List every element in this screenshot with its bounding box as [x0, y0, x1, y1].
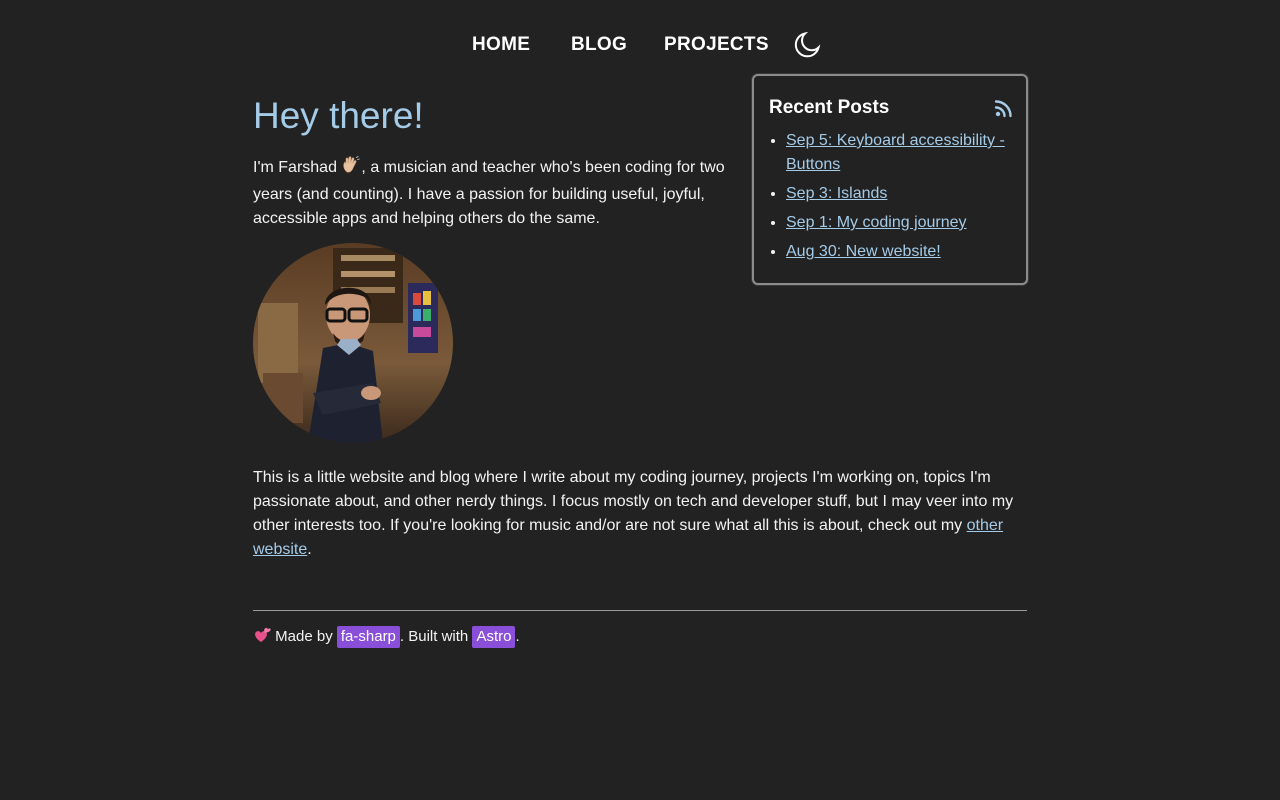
recent-posts-title: Recent Posts	[769, 97, 890, 118]
main-nav: HOME BLOG PROJECTS	[0, 30, 1280, 60]
post-link[interactable]: Aug 30: New website!	[786, 243, 941, 260]
waving-hand-icon	[341, 155, 361, 183]
nav-home-link[interactable]: HOME	[472, 32, 530, 58]
author-link[interactable]: fa-sharp	[336, 626, 400, 648]
footer: Made by fa-sharp. Built with Astro.	[253, 625, 520, 652]
intro-text-start: I'm Farshad	[253, 159, 342, 176]
about-text-end: .	[307, 541, 312, 558]
nav-blog-link[interactable]: BLOG	[571, 32, 627, 58]
moon-icon	[794, 31, 821, 58]
list-item: Sep 5: Keyboard accessibility - Buttons	[786, 129, 1016, 177]
rss-icon[interactable]	[994, 98, 1014, 118]
recent-posts-list: Sep 5: Keyboard accessibility - Buttons …	[769, 129, 1016, 269]
list-item: Sep 1: My coding journey	[786, 211, 1016, 235]
astro-link[interactable]: Astro	[472, 626, 516, 648]
post-link[interactable]: Sep 3: Islands	[786, 185, 887, 202]
footer-built-with: . Built with	[399, 628, 473, 645]
about-text-body: This is a little website and blog where …	[253, 469, 1014, 534]
list-item: Aug 30: New website!	[786, 240, 1016, 264]
about-text: This is a little website and blog where …	[253, 466, 1027, 562]
footer-divider	[253, 610, 1027, 611]
two-hearts-icon	[253, 626, 271, 652]
page-title: Hey there!	[253, 95, 424, 136]
list-item: Sep 3: Islands	[786, 182, 1016, 206]
intro-text: I'm Farshad , a musician and teacher who…	[253, 155, 743, 231]
avatar	[253, 243, 453, 443]
footer-end: .	[515, 628, 520, 645]
recent-posts-panel: Recent Posts Sep 5: Keyboard accessibili…	[752, 74, 1028, 285]
post-link[interactable]: Sep 1: My coding journey	[786, 214, 967, 231]
post-link[interactable]: Sep 5: Keyboard accessibility - Buttons	[786, 132, 1005, 173]
nav-projects-link[interactable]: PROJECTS	[664, 32, 769, 58]
footer-made-by: Made by	[271, 628, 337, 645]
theme-toggle-button[interactable]	[792, 30, 822, 60]
